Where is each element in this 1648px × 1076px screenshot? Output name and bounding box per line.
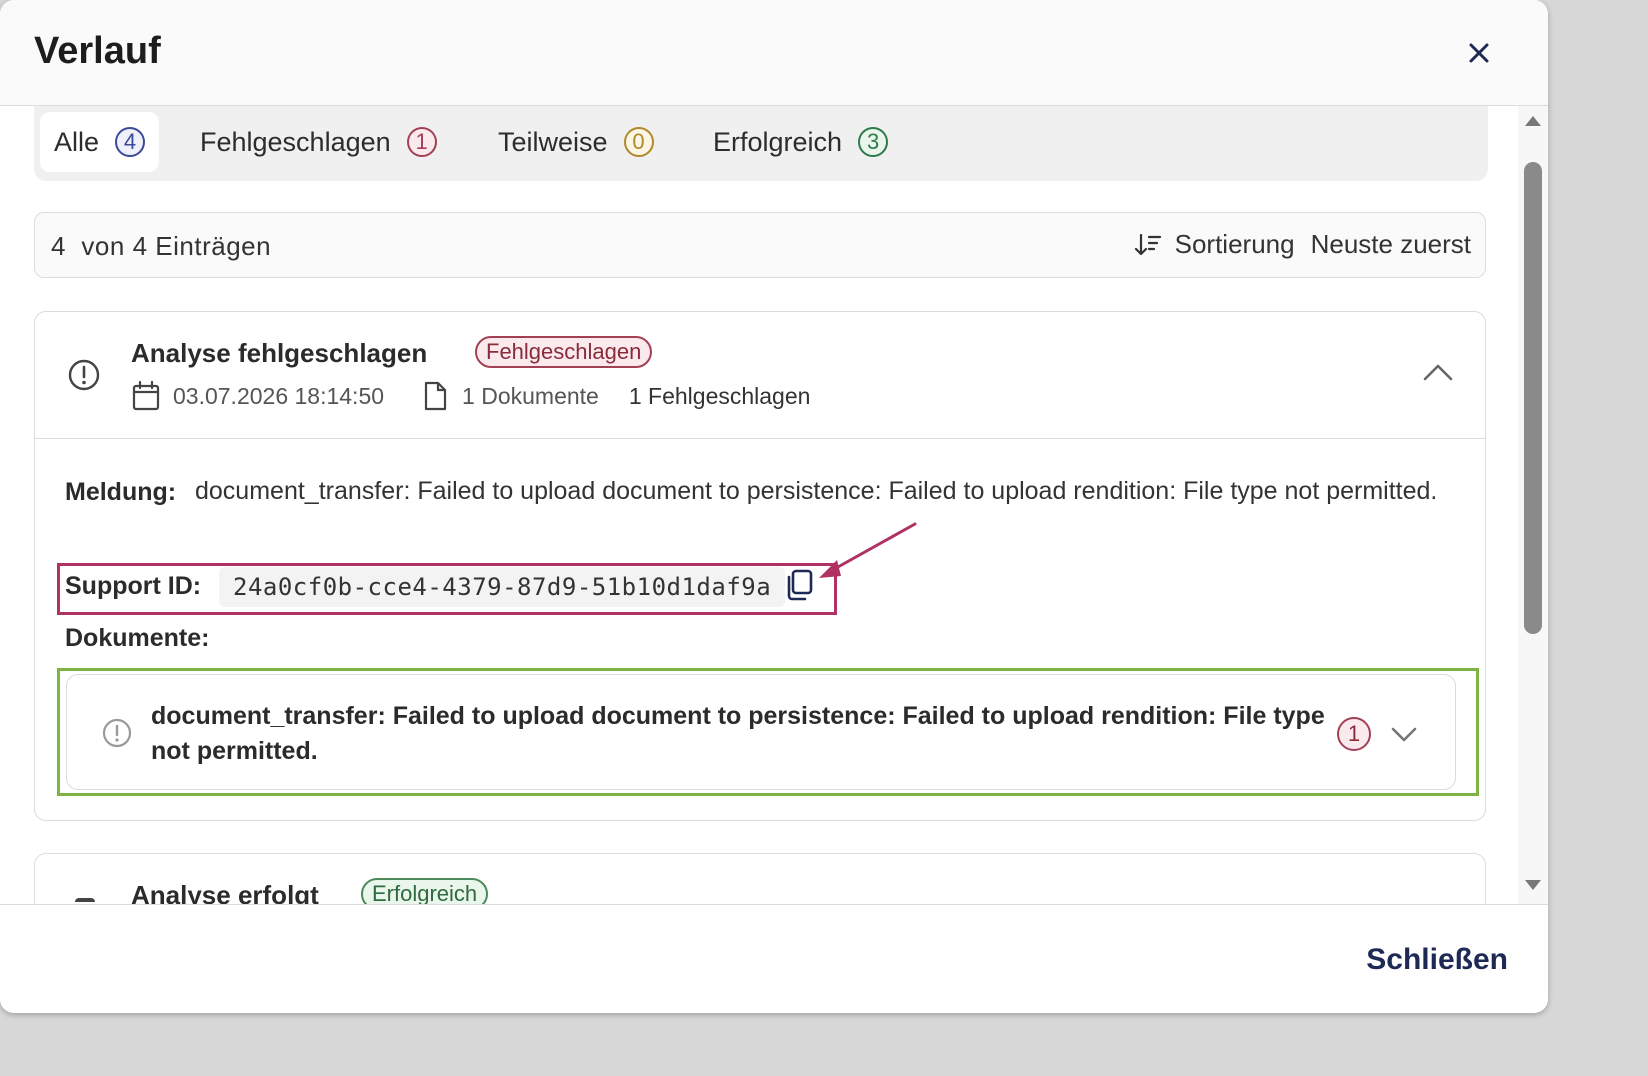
chevron-down-icon[interactable] [1389, 723, 1419, 745]
entry-header[interactable]: Analyse fehlgeschlagen Fehlgeschlagen 03… [35, 312, 1485, 439]
alert-circle-icon [102, 718, 132, 748]
tab-count-badge: 4 [115, 127, 146, 157]
results-unit: Einträgen [155, 231, 272, 261]
calendar-icon [132, 380, 160, 411]
sort-value: Neuste zuerst [1310, 229, 1471, 259]
dialog-content: Alle 4 Fehlgeschlagen 1 Teilweise 0 Erfo… [0, 106, 1548, 904]
status-tabs: Alle 4 Fehlgeschlagen 1 Teilweise 0 Erfo… [34, 106, 1488, 181]
tab-teilweise[interactable]: Teilweise 0 [498, 112, 654, 172]
dialog-title: Verlauf [34, 30, 161, 72]
status-badge: Erfolgreich [361, 878, 489, 904]
message-label: Meldung: [65, 478, 177, 506]
tab-label: Teilweise [498, 126, 608, 157]
history-entry: Analyse fehlgeschlagen Fehlgeschlagen 03… [34, 311, 1486, 821]
entry-documents: 1 Dokumente [462, 382, 599, 409]
scrollbar-thumb[interactable] [1524, 162, 1542, 634]
alert-circle-icon [68, 359, 100, 391]
close-button[interactable]: Schließen [1366, 943, 1508, 977]
tab-alle[interactable]: Alle 4 [40, 112, 160, 172]
history-dialog: Verlauf Alle 4 Fehlgeschlagen 1 Teilweis… [0, 0, 1548, 1013]
sort-label: Sortierung [1174, 229, 1295, 259]
support-id-label: Support ID: [65, 572, 202, 600]
copy-icon[interactable] [783, 568, 815, 602]
tab-count-badge: 3 [858, 127, 889, 157]
document-error-count: 1 [1337, 717, 1371, 751]
tab-count-badge: 1 [406, 127, 437, 157]
results-shown: 4 [51, 231, 66, 261]
entry-failed-count: 1 Fehlgeschlagen [628, 382, 811, 409]
dialog-header: Verlauf [0, 0, 1548, 106]
results-of: von [81, 231, 125, 261]
tab-label: Fehlgeschlagen [200, 126, 391, 157]
scrollbar[interactable] [1518, 106, 1548, 904]
entry-title: Analyse fehlgeschlagen [131, 338, 428, 368]
entry-title: Analyse erfolgt [131, 880, 319, 904]
sort-icon [1134, 233, 1161, 255]
scroll-down-arrow[interactable] [1525, 880, 1541, 890]
results-toolbar: 4 von 4 Einträgen Sortierung Neuste zuer… [34, 212, 1486, 278]
tab-erfolgreich[interactable]: Erfolgreich 3 [713, 112, 889, 172]
sort-button[interactable]: Sortierung Neuste zuerst [1133, 229, 1471, 260]
document-item[interactable]: document_transfer: Failed to upload docu… [66, 674, 1456, 790]
tab-label: Alle [54, 126, 100, 157]
dialog-footer: Schließen [0, 904, 1548, 1013]
annotation-arrow [819, 522, 917, 578]
results-total: 4 [132, 231, 148, 261]
tab-fehlgeschlagen[interactable]: Fehlgeschlagen 1 [200, 112, 437, 172]
history-entry[interactable]: Analyse erfolgt Erfolgreich [34, 853, 1486, 904]
documents-label: Dokumente: [65, 624, 210, 652]
tab-count-badge: 0 [623, 127, 654, 157]
entry-meta: 03.07.2026 18:14:50 1 Dokumente 1 Fehlge… [131, 380, 810, 412]
document-icon [424, 381, 447, 411]
support-id-value: 24a0cf0b-cce4-4379-87d9-51b10d1daf9a [219, 567, 786, 607]
results-count: 4 von 4 Einträgen [51, 231, 271, 262]
message-text: document_transfer: Failed to upload docu… [195, 477, 1438, 505]
scroll-up-arrow[interactable] [1525, 116, 1541, 126]
document-title: document_transfer: Failed to upload docu… [151, 702, 1325, 765]
tab-label: Erfolgreich [713, 126, 843, 157]
entry-datetime: 03.07.2026 18:14:50 [173, 382, 385, 409]
close-icon[interactable] [1464, 38, 1494, 68]
status-badge: Fehlgeschlagen [475, 336, 653, 368]
chevron-up-icon[interactable] [1421, 360, 1455, 384]
